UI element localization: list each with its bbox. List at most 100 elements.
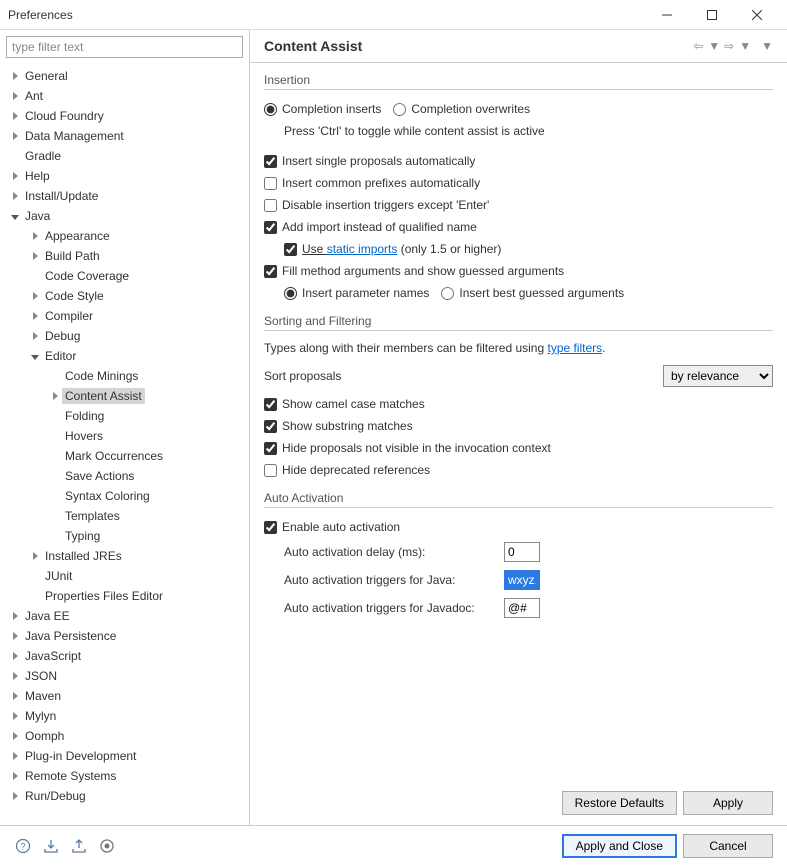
close-button[interactable] xyxy=(734,0,779,29)
tree-item[interactable]: JavaScript xyxy=(0,646,249,666)
tree-item[interactable]: Code Minings xyxy=(0,366,249,386)
cb-substring[interactable]: Show substring matches xyxy=(264,419,413,433)
chevron-right-icon[interactable] xyxy=(28,289,42,303)
tree-item[interactable]: Syntax Coloring xyxy=(0,486,249,506)
cb-hide-deprecated[interactable]: Hide deprecated references xyxy=(264,463,430,477)
radio-param-names[interactable]: Insert parameter names xyxy=(284,286,429,300)
maximize-button[interactable] xyxy=(689,0,734,29)
minimize-button[interactable] xyxy=(644,0,689,29)
tree-item[interactable]: Data Management xyxy=(0,126,249,146)
tree-item[interactable]: Debug xyxy=(0,326,249,346)
tree-item[interactable]: Maven xyxy=(0,686,249,706)
chevron-right-icon[interactable] xyxy=(8,789,22,803)
import-icon[interactable] xyxy=(42,837,60,855)
chevron-right-icon[interactable] xyxy=(8,169,22,183)
back-dropdown-icon[interactable]: ▼ xyxy=(708,39,720,53)
preferences-tree[interactable]: GeneralAntCloud FoundryData ManagementGr… xyxy=(0,64,249,825)
tree-item[interactable]: Cloud Foundry xyxy=(0,106,249,126)
tree-item[interactable]: JSON xyxy=(0,666,249,686)
input-delay[interactable] xyxy=(504,542,540,562)
tree-item[interactable]: Build Path xyxy=(0,246,249,266)
cb-insert-single[interactable]: Insert single proposals automatically xyxy=(264,154,475,168)
tree-item[interactable]: Appearance xyxy=(0,226,249,246)
chevron-right-icon[interactable] xyxy=(28,549,42,563)
link-type-filters[interactable]: type filters xyxy=(547,341,602,355)
chevron-right-icon[interactable] xyxy=(8,649,22,663)
restore-defaults-button[interactable]: Restore Defaults xyxy=(562,791,677,815)
input-triggers-javadoc[interactable] xyxy=(504,598,540,618)
chevron-down-icon[interactable] xyxy=(8,209,22,223)
record-icon[interactable] xyxy=(98,837,116,855)
cb-fill-arguments[interactable]: Fill method arguments and show guessed a… xyxy=(264,264,564,278)
filter-input[interactable] xyxy=(6,36,243,58)
cb-insert-prefixes[interactable]: Insert common prefixes automatically xyxy=(264,176,480,190)
chevron-down-icon[interactable] xyxy=(28,349,42,363)
chevron-right-icon[interactable] xyxy=(8,129,22,143)
apply-and-close-button[interactable]: Apply and Close xyxy=(562,834,677,858)
tree-item[interactable]: Mark Occurrences xyxy=(0,446,249,466)
tree-item[interactable]: Java xyxy=(0,206,249,226)
chevron-right-icon[interactable] xyxy=(48,389,62,403)
sort-select[interactable]: by relevance xyxy=(663,365,773,387)
cb-hide-invocation[interactable]: Hide proposals not visible in the invoca… xyxy=(264,441,551,455)
tree-item[interactable]: Plug-in Development xyxy=(0,746,249,766)
forward-icon[interactable]: ⇨ xyxy=(724,39,734,53)
tree-item[interactable]: Ant xyxy=(0,86,249,106)
tree-item[interactable]: Mylyn xyxy=(0,706,249,726)
chevron-right-icon[interactable] xyxy=(28,329,42,343)
tree-item[interactable]: Remote Systems xyxy=(0,766,249,786)
chevron-right-icon[interactable] xyxy=(8,629,22,643)
chevron-right-icon[interactable] xyxy=(8,109,22,123)
tree-item[interactable]: Gradle xyxy=(0,146,249,166)
chevron-right-icon[interactable] xyxy=(8,189,22,203)
tree-item[interactable]: Compiler xyxy=(0,306,249,326)
chevron-right-icon[interactable] xyxy=(28,309,42,323)
link-static-imports[interactable]: static imports xyxy=(327,242,398,256)
tree-item[interactable]: Folding xyxy=(0,406,249,426)
radio-completion-inserts[interactable]: Completion inserts xyxy=(264,102,381,116)
chevron-right-icon[interactable] xyxy=(8,709,22,723)
tree-item[interactable]: Hovers xyxy=(0,426,249,446)
tree-item[interactable]: Code Style xyxy=(0,286,249,306)
chevron-right-icon[interactable] xyxy=(8,669,22,683)
tree-item[interactable]: Typing xyxy=(0,526,249,546)
chevron-right-icon[interactable] xyxy=(8,749,22,763)
tree-item[interactable]: Run/Debug xyxy=(0,786,249,806)
chevron-right-icon[interactable] xyxy=(8,89,22,103)
tree-item[interactable]: Oomph xyxy=(0,726,249,746)
tree-item[interactable]: Help xyxy=(0,166,249,186)
tree-item[interactable]: Content Assist xyxy=(0,386,249,406)
input-triggers-java[interactable] xyxy=(504,570,540,590)
tree-item[interactable]: Properties Files Editor xyxy=(0,586,249,606)
apply-button[interactable]: Apply xyxy=(683,791,773,815)
cb-use-static-imports[interactable]: Use static imports (only 1.5 or higher) xyxy=(284,242,501,256)
tree-item[interactable]: General xyxy=(0,66,249,86)
cb-camel-case[interactable]: Show camel case matches xyxy=(264,397,425,411)
chevron-right-icon[interactable] xyxy=(8,689,22,703)
menu-dropdown-icon[interactable]: ▼ xyxy=(761,39,773,53)
chevron-right-icon[interactable] xyxy=(28,229,42,243)
help-icon[interactable]: ? xyxy=(14,837,32,855)
export-icon[interactable] xyxy=(70,837,88,855)
chevron-right-icon[interactable] xyxy=(8,729,22,743)
chevron-right-icon[interactable] xyxy=(8,769,22,783)
tree-item[interactable]: Installed JREs xyxy=(0,546,249,566)
tree-item[interactable]: Editor xyxy=(0,346,249,366)
radio-best-guessed[interactable]: Insert best guessed arguments xyxy=(441,286,624,300)
chevron-right-icon[interactable] xyxy=(8,609,22,623)
cb-add-import[interactable]: Add import instead of qualified name xyxy=(264,220,477,234)
tree-item[interactable]: Java Persistence xyxy=(0,626,249,646)
chevron-right-icon[interactable] xyxy=(8,69,22,83)
cancel-button[interactable]: Cancel xyxy=(683,834,773,858)
radio-completion-overwrites[interactable]: Completion overwrites xyxy=(393,102,530,116)
cb-disable-triggers[interactable]: Disable insertion triggers except 'Enter… xyxy=(264,198,489,212)
tree-item[interactable]: Save Actions xyxy=(0,466,249,486)
tree-item[interactable]: Java EE xyxy=(0,606,249,626)
forward-dropdown-icon[interactable]: ▼ xyxy=(739,39,751,53)
cb-enable-auto[interactable]: Enable auto activation xyxy=(264,520,400,534)
tree-item[interactable]: Install/Update xyxy=(0,186,249,206)
chevron-right-icon[interactable] xyxy=(28,249,42,263)
tree-item[interactable]: Templates xyxy=(0,506,249,526)
back-icon[interactable]: ⇦ xyxy=(693,39,703,53)
tree-item[interactable]: JUnit xyxy=(0,566,249,586)
